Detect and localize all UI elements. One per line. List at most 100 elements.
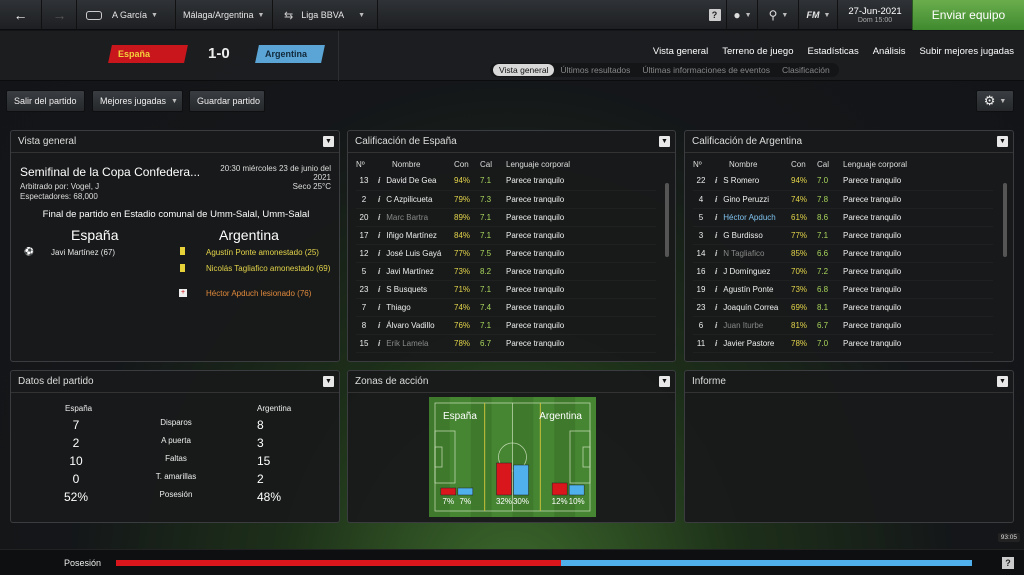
info-icon[interactable]: i	[715, 213, 717, 222]
info-icon[interactable]: i	[378, 231, 380, 240]
forward-button[interactable]: →	[43, 0, 77, 30]
column-header-lang[interactable]: Lenguaje corporal	[506, 157, 656, 172]
cell: 7.4	[480, 298, 506, 316]
home-team-name: España	[118, 49, 151, 59]
column-header-name[interactable]: Nombre	[378, 157, 454, 172]
table-row[interactable]: 8 i Álvaro Vadillo 76% 7.1 Parece tranquilo	[356, 316, 656, 334]
highlights-button[interactable]: Mejores jugadas ▼	[92, 90, 183, 112]
table-row[interactable]: 22 i S Romero 94% 7.0 Parece tranquilo	[693, 172, 993, 190]
table-row[interactable]: 15 i Erik Lamela 78% 6.7 Parece tranquilo	[356, 334, 656, 352]
info-icon[interactable]: i	[378, 249, 380, 258]
info-icon[interactable]: i	[715, 231, 717, 240]
info-icon[interactable]: i	[715, 285, 717, 294]
search-menu[interactable]: ⚲ ▼	[759, 0, 799, 30]
zone-label-away: 7%	[460, 497, 472, 506]
column-header-n[interactable]: Nº	[693, 157, 715, 172]
home-team-tag[interactable]: España	[108, 45, 188, 63]
info-icon[interactable]: i	[378, 339, 380, 348]
subtab-latest-events[interactable]: Últimas informaciones de eventos	[636, 65, 776, 75]
panel-menu-button[interactable]: ▼	[659, 376, 670, 387]
table-row[interactable]: 17 i Iñigo Martínez 84% 7.1 Parece tranquilo	[356, 226, 656, 244]
table-row[interactable]: 12 i José Luis Gayá 77% 7.5 Parece tranquilo	[356, 244, 656, 262]
cell-con: 74%	[791, 194, 808, 204]
action-zones-panel: Zonas de acción ▼ España Argentina 7% 7% 32% 3…	[347, 370, 676, 523]
table-row[interactable]: 23 i Joaquín Correa 69% 8.1 Parece tranquilo	[693, 298, 993, 316]
panel-menu-button[interactable]: ▼	[997, 136, 1008, 147]
send-team-button[interactable]: Enviar equipo	[912, 0, 1024, 30]
info-icon[interactable]: i	[378, 321, 380, 330]
club-menu[interactable]: Málaga/Argentina ▼	[177, 0, 273, 30]
table-row[interactable]: 23 i S Busquets 71% 7.1 Parece tranquilo	[356, 280, 656, 298]
info-icon[interactable]: i	[715, 339, 717, 348]
scrollbar[interactable]	[1003, 183, 1007, 257]
subtab-latest-results[interactable]: Últimos resultados	[554, 65, 636, 75]
info-icon[interactable]: i	[715, 267, 717, 276]
table-row[interactable]: 16 i J Domínguez 70% 7.2 Parece tranquilo	[693, 262, 993, 280]
settings-button[interactable]: ⚙ ▼	[976, 90, 1014, 112]
league-menu[interactable]: ⇆ Liga BBVA ▼	[274, 0, 378, 30]
info-icon[interactable]: i	[378, 285, 380, 294]
info-icon[interactable]: i	[715, 195, 717, 204]
panel-menu-button[interactable]: ▼	[659, 136, 670, 147]
fm-menu[interactable]: FM ▼	[800, 0, 838, 30]
info-icon[interactable]: i	[378, 213, 380, 222]
info-icon[interactable]: i	[378, 195, 380, 204]
info-icon[interactable]: i	[715, 249, 717, 258]
cell-name: Iñigo Martínez	[386, 230, 437, 240]
column-header-name[interactable]: Nombre	[715, 157, 791, 172]
info-icon[interactable]: i	[715, 303, 717, 312]
subtab-overview[interactable]: Vista general	[493, 64, 555, 76]
table-row[interactable]: 5 i Javi Martínez 73% 8.2 Parece tranquilo	[356, 262, 656, 280]
cell-con: 73%	[454, 266, 471, 276]
save-match-button[interactable]: Guardar partido	[189, 90, 265, 112]
panel-menu-button[interactable]: ▼	[323, 376, 334, 387]
cell: Parece tranquilo	[506, 226, 656, 244]
nav-pitch[interactable]: Terreno de juego	[722, 46, 793, 57]
away-team-tag[interactable]: Argentina	[255, 45, 325, 63]
table-row[interactable]: 6 i Juan Iturbe 81% 6.7 Parece tranquilo	[693, 316, 993, 334]
world-menu[interactable]: ● ▼	[728, 0, 758, 30]
column-header-lang[interactable]: Lenguaje corporal	[843, 157, 993, 172]
nav-upload-highlights[interactable]: Subir mejores jugadas	[919, 46, 1014, 57]
table-row[interactable]: 13 i David De Gea 94% 7.1 Parece tranquilo	[356, 172, 656, 190]
panel-menu-button[interactable]: ▼	[997, 376, 1008, 387]
weather: Seco 25°C	[292, 182, 331, 191]
date-display[interactable]: 27-Jun-2021 Dom 15:00	[839, 0, 911, 30]
ratings-argentina-panel: Calificación de Argentina ▼ Nº Nombre Con Ca…	[684, 130, 1014, 362]
nav-analysis[interactable]: Análisis	[873, 46, 906, 57]
table-row[interactable]: 2 i C Azpilicueta 79% 7.3 Parece tranquilo	[356, 190, 656, 208]
info-icon[interactable]: i	[378, 303, 380, 312]
table-row[interactable]: 20 i Marc Bartra 89% 7.1 Parece tranquilo	[356, 208, 656, 226]
back-button[interactable]: ←	[0, 0, 42, 30]
table-row[interactable]: 4 i Gino Peruzzi 74% 7.8 Parece tranquilo	[693, 190, 993, 208]
manager-menu[interactable]: A García ▼	[78, 0, 176, 30]
table-row[interactable]: 3 i G Burdisso 77% 7.1 Parece tranquilo	[693, 226, 993, 244]
cell: i Thiago	[378, 298, 454, 316]
column-header-con[interactable]: Con	[791, 157, 817, 172]
info-icon[interactable]: i	[715, 321, 717, 330]
info-icon[interactable]: i	[715, 176, 717, 185]
column-header-cal[interactable]: Cal	[817, 157, 843, 172]
cell: 7.5	[480, 244, 506, 262]
column-header-n[interactable]: Nº	[356, 157, 378, 172]
info-icon[interactable]: i	[378, 267, 380, 276]
help-icon[interactable]: ?	[1002, 557, 1014, 569]
help-button[interactable]: ?	[703, 0, 727, 30]
ratings-spain-table: Nº Nombre Con Cal Lenguaje corporal 13 i David …	[356, 157, 656, 353]
table-row[interactable]: 11 i Javier Pastore 78% 7.0 Parece tranquilo	[693, 334, 993, 352]
exit-match-button[interactable]: Salir del partido	[6, 90, 85, 112]
subtab-standings[interactable]: Clasificación	[776, 65, 836, 75]
nav-stats[interactable]: Estadísticas	[808, 46, 859, 57]
cell-cal: 7.2	[817, 266, 829, 276]
scrollbar[interactable]	[665, 183, 669, 257]
table-row[interactable]: 19 i Agustín Ponte 73% 6.8 Parece tranquilo	[693, 280, 993, 298]
column-header-cal[interactable]: Cal	[480, 157, 506, 172]
table-row[interactable]: 5 i Héctor Apduch 61% 8.6 Parece tranquilo	[693, 208, 993, 226]
nav-overview[interactable]: Vista general	[653, 46, 708, 57]
table-row[interactable]: 7 i Thiago 74% 7.4 Parece tranquilo	[356, 298, 656, 316]
info-icon[interactable]: i	[378, 176, 380, 185]
arrow-right-icon: →	[52, 7, 67, 23]
panel-menu-button[interactable]: ▼	[323, 136, 334, 147]
column-header-con[interactable]: Con	[454, 157, 480, 172]
table-row[interactable]: 14 i N Tagliafico 85% 6.6 Parece tranquilo	[693, 244, 993, 262]
